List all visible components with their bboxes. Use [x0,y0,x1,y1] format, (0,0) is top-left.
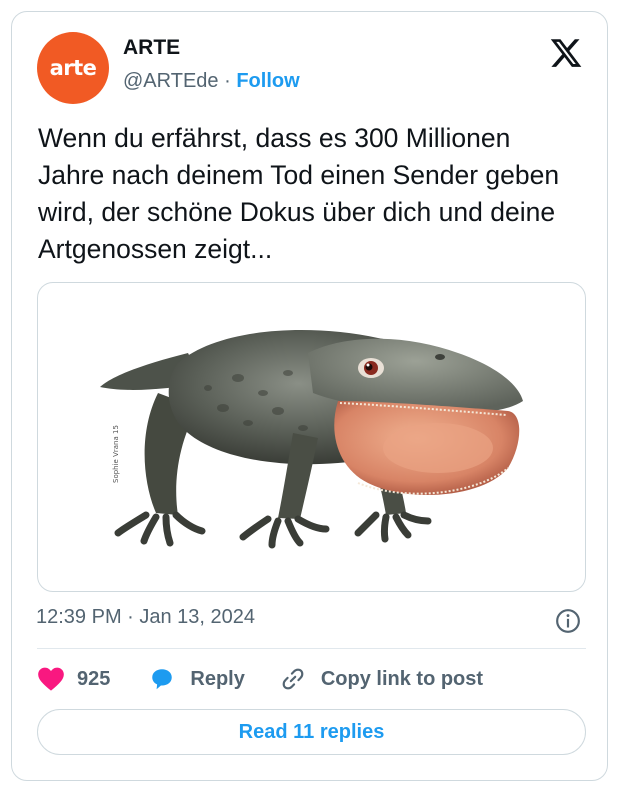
x-logo-icon[interactable] [549,36,583,70]
tweet-media[interactable]: Sophie Vrana 15 [37,282,586,592]
reply-button[interactable]: Reply [148,666,245,692]
tweet-text: Wenn du erfährst, dass es 300 Millionen … [38,123,560,264]
divider [37,648,586,649]
copy-link-label: Copy link to post [320,667,484,690]
amphibian-illustration-icon: Sophie Vrana 15 [100,330,523,549]
copy-link-button[interactable]: Copy link to post [279,666,483,692]
avatar-logo-text: arte [49,56,97,80]
link-icon [282,668,304,690]
like-button[interactable]: 925 [37,666,110,692]
author-handle-row: @ARTEde · Follow [123,70,300,93]
tweet-card: arte ARTE @ARTEde · Follow Wenn du erfäh… [11,11,608,781]
follow-button[interactable]: Follow [236,70,299,92]
info-icon[interactable] [555,608,581,634]
author-name[interactable]: ARTE [123,36,180,60]
heart-icon [38,667,64,691]
avatar[interactable]: arte [37,32,109,104]
action-bar: 925 Reply Copy link to post [37,664,483,694]
read-replies-button[interactable]: Read 11 replies [37,709,586,755]
like-count: 925 [77,667,111,690]
reply-bubble-icon [152,669,173,690]
svg-text:Sophie Vrana 15: Sophie Vrana 15 [112,425,120,483]
reply-label: Reply [190,667,245,690]
tweet-timestamp[interactable]: 12:39 PM · Jan 13, 2024 [36,606,255,629]
separator-dot: · [224,70,231,92]
author-handle[interactable]: @ARTEde [123,70,219,92]
